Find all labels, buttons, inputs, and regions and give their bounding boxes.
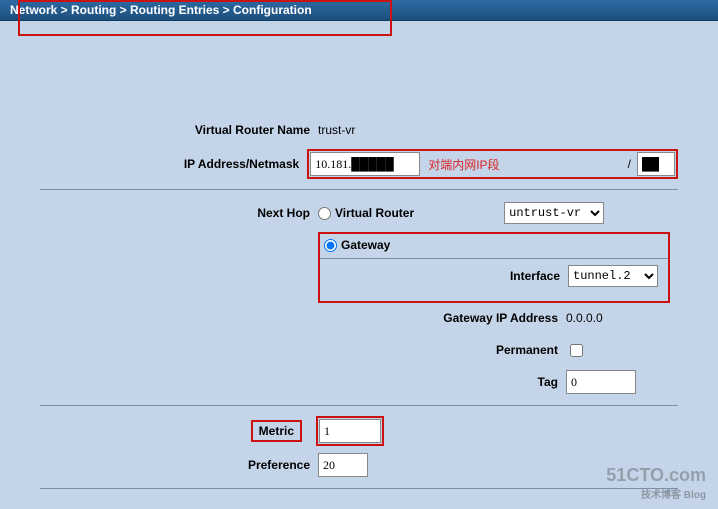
watermark: 51CTO.com 技术博客 Blog [606, 465, 706, 501]
slash: / [628, 157, 631, 171]
divider-2 [40, 405, 678, 406]
label-tag: Tag [40, 375, 566, 389]
label-vr-name: Virtual Router Name [40, 123, 318, 137]
preference-input[interactable] [318, 453, 368, 477]
highlight-gateway: Gateway Interface tunnel.2 [318, 232, 670, 303]
highlight-metric-input [316, 416, 384, 446]
label-preference: Preference [40, 458, 318, 472]
highlight-breadcrumb [18, 0, 392, 36]
metric-input[interactable] [319, 419, 381, 443]
checkbox-permanent[interactable] [570, 344, 583, 357]
label-virtual-router: Virtual Router [335, 206, 414, 220]
ip-input[interactable] [310, 152, 420, 176]
label-ip-netmask: IP Address/Netmask [40, 157, 307, 171]
divider-gw [320, 258, 668, 259]
netmask-input[interactable] [637, 152, 675, 176]
divider-1 [40, 189, 678, 190]
radio-virtual-router[interactable] [318, 207, 331, 220]
label-interface: Interface [320, 269, 568, 283]
label-next-hop: Next Hop [40, 206, 318, 220]
ip-note: 对端内网IP段 [428, 156, 499, 173]
config-form: Virtual Router Name trust-vr IP Address/… [0, 91, 718, 509]
label-gw-ip: Gateway IP Address [40, 311, 566, 325]
highlight-ip: 对端内网IP段 / [307, 149, 678, 179]
label-permanent: Permanent [40, 343, 566, 357]
label-gateway: Gateway [341, 238, 390, 252]
value-vr-name: trust-vr [318, 123, 355, 137]
select-virtual-router[interactable]: untrust-vr [504, 202, 604, 224]
divider-3 [40, 488, 678, 489]
value-gw-ip: 0.0.0.0 [566, 311, 603, 325]
tag-input[interactable] [566, 370, 636, 394]
highlight-metric-label: Metric [251, 420, 302, 442]
radio-gateway[interactable] [324, 239, 337, 252]
select-interface[interactable]: tunnel.2 [568, 265, 658, 287]
